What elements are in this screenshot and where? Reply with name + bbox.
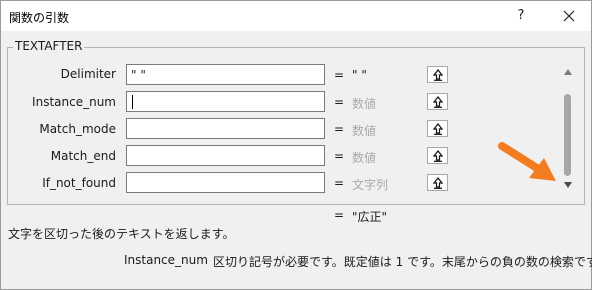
function-name: TEXTAFTER <box>13 39 85 53</box>
refedit-button-match-mode[interactable] <box>427 120 448 137</box>
collapse-dialog-icon <box>433 123 443 135</box>
title-bar: 関数の引数 ? <box>1 1 591 31</box>
arg-label-delimiter: Delimiter <box>60 67 116 81</box>
arg-result-if-not-found: 文字列 <box>352 178 389 192</box>
equals-sign: = <box>334 122 345 136</box>
scroll-thumb[interactable] <box>564 94 571 176</box>
equals-sign: = <box>334 176 345 190</box>
collapse-dialog-icon <box>433 150 443 162</box>
arg-label-match-end: Match_end <box>50 149 116 163</box>
function-arguments-dialog: 関数の引数 ? TEXTAFTER Delimiter " " = " " In… <box>0 0 592 290</box>
arg-result-delimiter: " " <box>352 68 367 82</box>
refedit-button-instance-num[interactable] <box>427 93 448 110</box>
scroll-up-icon[interactable] <box>563 68 573 76</box>
text-caret <box>132 95 133 109</box>
arg-input-match-end[interactable] <box>126 145 448 166</box>
arg-input-instance-num[interactable] <box>126 91 448 112</box>
window-title: 関数の引数 <box>9 11 70 25</box>
arg-result-match-end: 数値 <box>352 151 377 165</box>
formula-result-equals: = <box>334 208 345 222</box>
help-button[interactable]: ? <box>507 3 535 29</box>
equals-sign: = <box>334 95 345 109</box>
arg-input-match-mode[interactable] <box>126 118 448 139</box>
arg-label-if-not-found: If_not_found <box>42 176 116 190</box>
collapse-dialog-icon <box>433 96 443 108</box>
arg-result-match-mode: 数値 <box>352 124 377 138</box>
function-description: 文字を区切った後のテキストを返します。 <box>8 227 235 241</box>
scroll-down-icon[interactable] <box>563 181 573 189</box>
refedit-button-delimiter[interactable] <box>427 66 448 83</box>
refedit-button-if-not-found[interactable] <box>427 174 448 191</box>
arg-input-delimiter[interactable]: " " <box>126 64 448 85</box>
equals-sign: = <box>334 149 345 163</box>
arg-value-delimiter: " " <box>131 68 146 82</box>
equals-sign: = <box>334 68 345 82</box>
arg-input-if-not-found[interactable] <box>126 172 448 193</box>
close-button[interactable] <box>552 3 586 29</box>
argument-help-name: Instance_num <box>124 253 208 267</box>
formula-result: "広正" <box>352 210 388 224</box>
argument-help-text: 区切り記号が必要です。既定値は 1 です。末尾からの負の数の検索です。 <box>213 255 592 269</box>
orange-arrow-icon <box>498 142 556 181</box>
close-icon <box>563 10 575 22</box>
arg-label-match-mode: Match_mode <box>39 122 116 136</box>
collapse-dialog-icon <box>433 177 443 189</box>
arg-result-instance-num: 数値 <box>352 97 377 111</box>
arguments-scrollbar[interactable] <box>561 64 575 194</box>
collapse-dialog-icon <box>433 69 443 81</box>
refedit-button-match-end[interactable] <box>427 147 448 164</box>
arg-label-instance-num: Instance_num <box>32 95 116 109</box>
